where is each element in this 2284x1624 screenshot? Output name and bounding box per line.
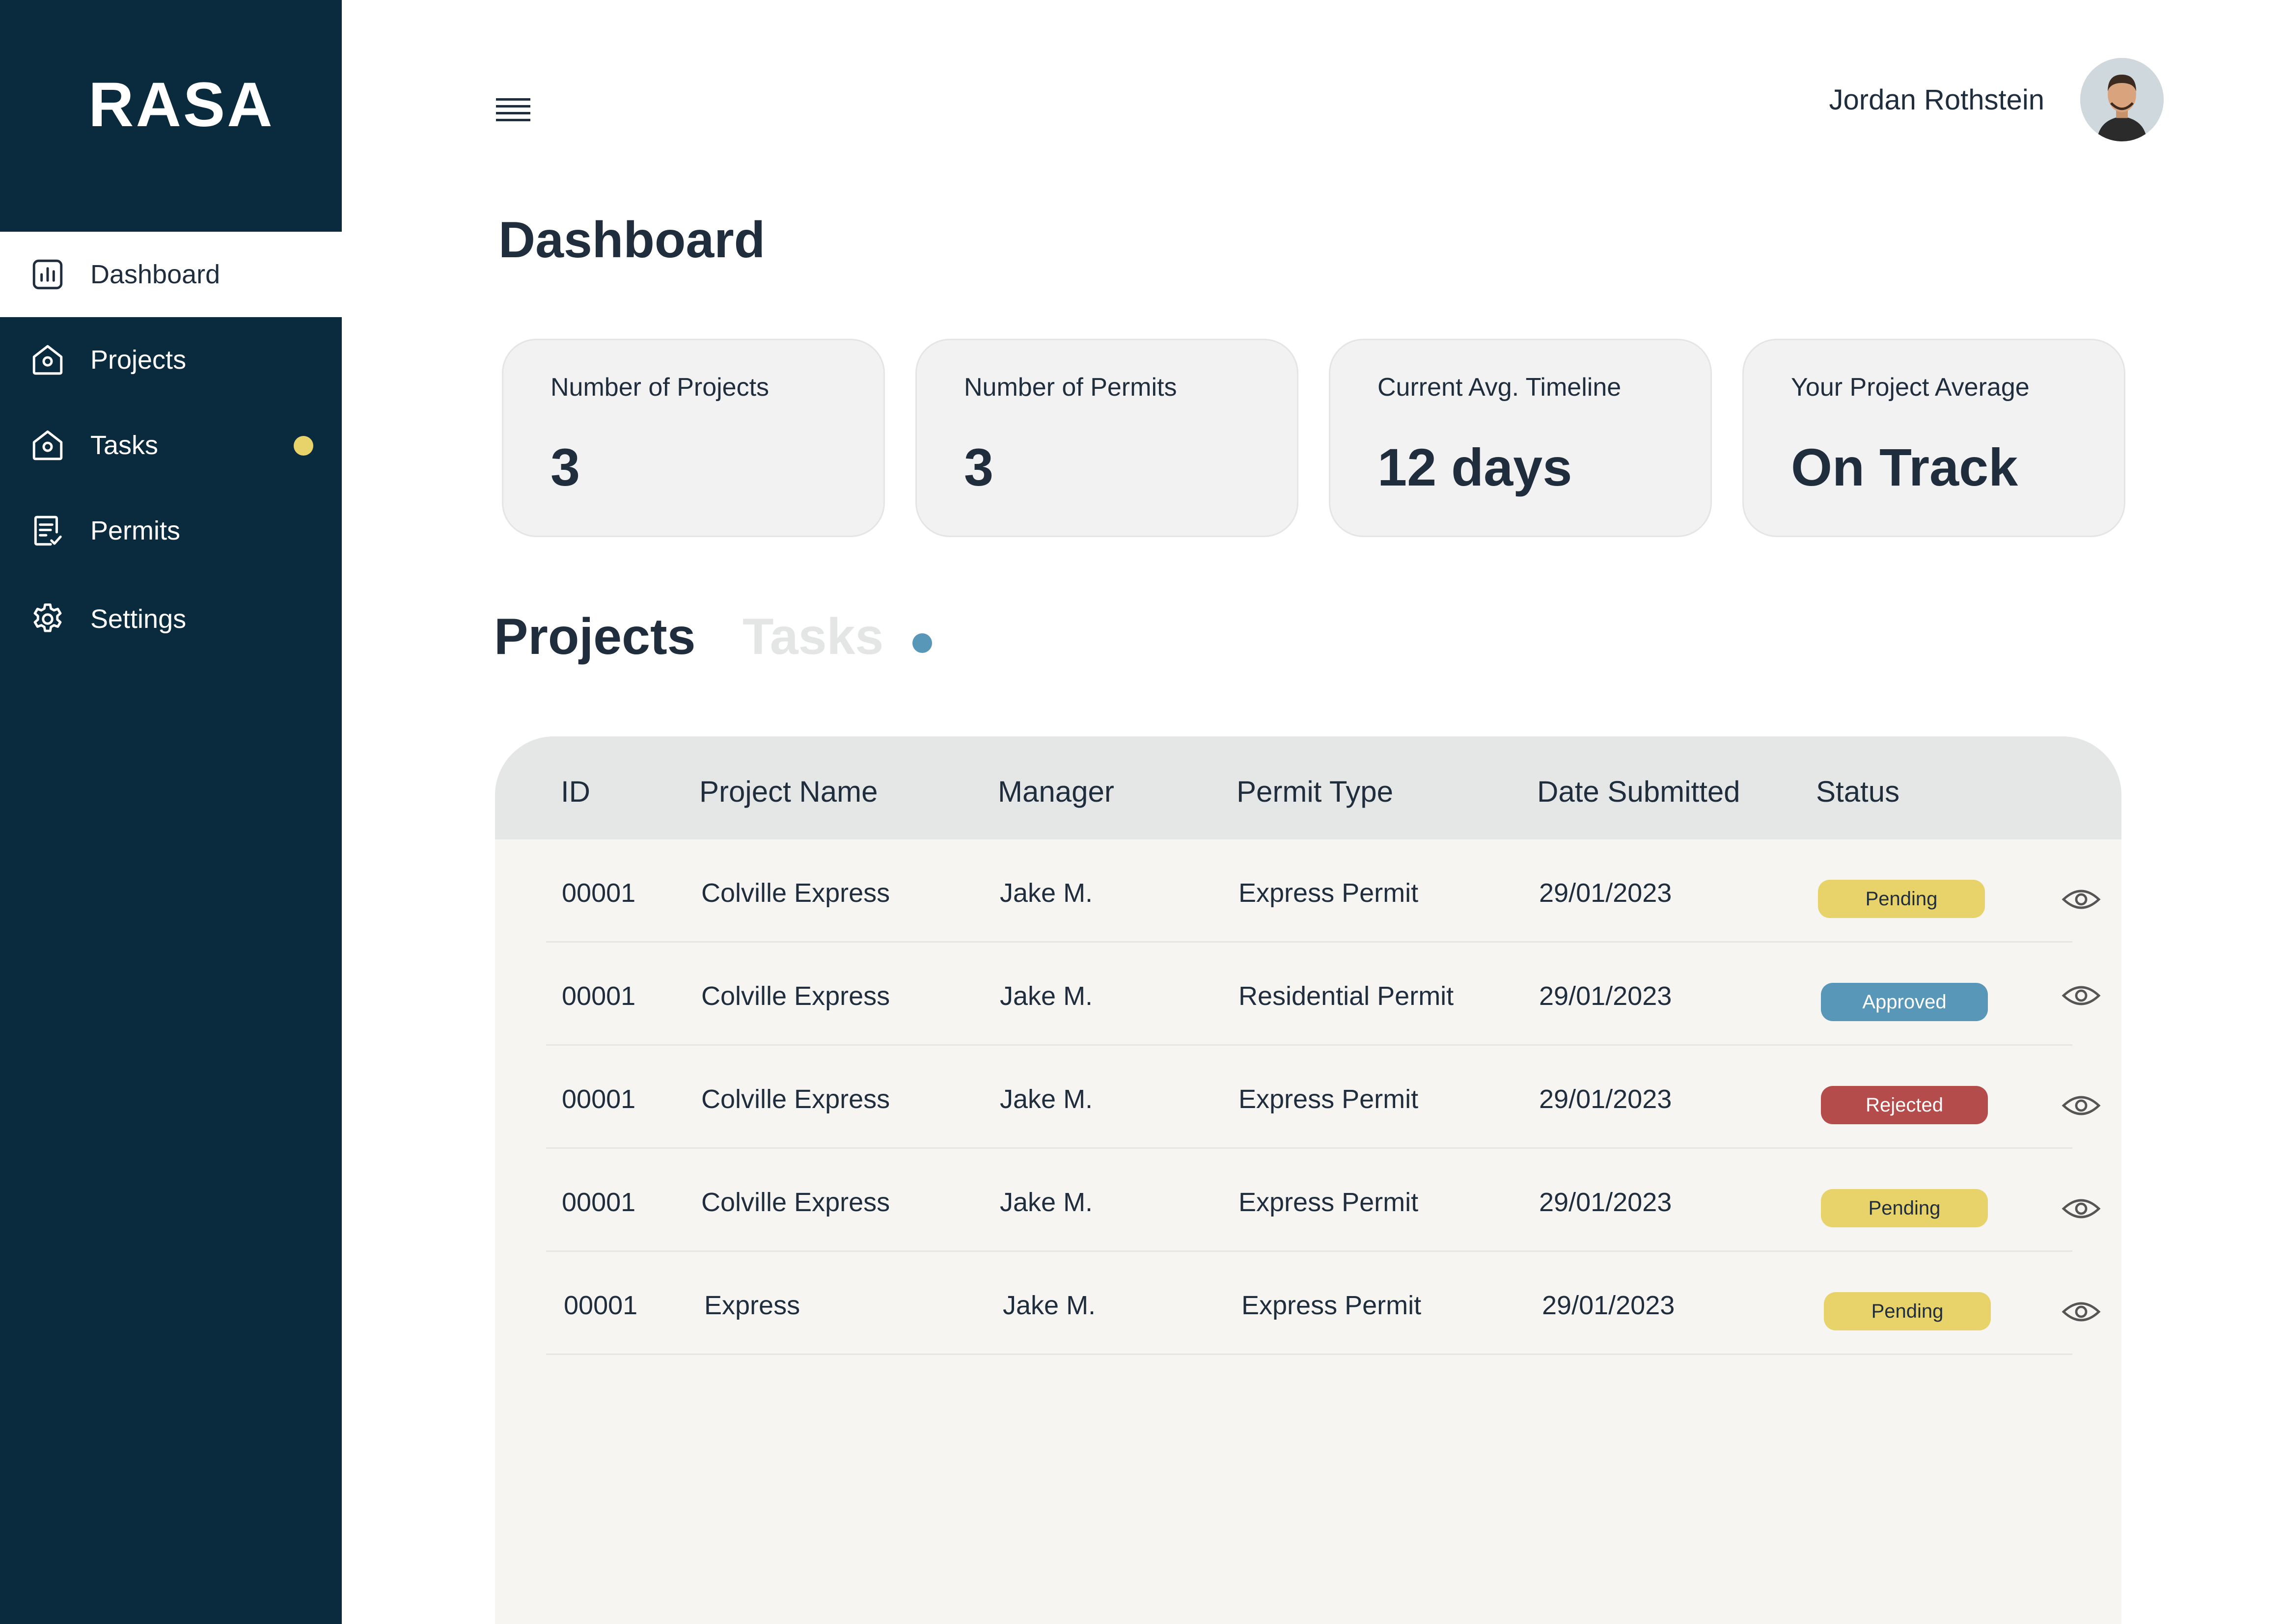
tab-tasks[interactable]: Tasks bbox=[743, 608, 883, 666]
cell-date-submitted: 29/01/2023 bbox=[1539, 1188, 1672, 1217]
cell-project-name: Colville Express bbox=[701, 981, 890, 1011]
user-name[interactable]: Jordan Rothstein bbox=[1829, 83, 2044, 116]
stat-label: Your Project Average bbox=[1791, 373, 2030, 402]
table-row[interactable]: 00001 Colville Express Jake M. Express P… bbox=[495, 1046, 2121, 1149]
sidebar-item-label: Projects bbox=[90, 345, 187, 375]
sidebar-item-label: Permits bbox=[90, 516, 181, 545]
cell-id: 00001 bbox=[562, 878, 636, 908]
stat-label: Number of Permits bbox=[964, 373, 1177, 402]
hamburger-menu-icon[interactable] bbox=[496, 98, 530, 128]
cell-permit-type: Express Permit bbox=[1238, 1084, 1419, 1114]
bar-chart-icon bbox=[29, 256, 66, 293]
stat-card-projects: Number of Projects 3 bbox=[502, 339, 885, 537]
status-badge: Pending bbox=[1818, 880, 1985, 918]
column-header-date-submitted[interactable]: Date Submitted bbox=[1537, 775, 1740, 809]
cell-project-name: Colville Express bbox=[701, 1084, 890, 1114]
cell-manager: Jake M. bbox=[1003, 1291, 1096, 1320]
column-header-project-name[interactable]: Project Name bbox=[699, 775, 878, 809]
table-row[interactable]: 00001 Colville Express Jake M. Express P… bbox=[495, 839, 2121, 943]
row-divider bbox=[546, 1353, 2072, 1355]
stat-card-timeline: Current Avg. Timeline 12 days bbox=[1329, 339, 1712, 537]
cell-manager: Jake M. bbox=[1000, 1084, 1093, 1114]
column-header-status[interactable]: Status bbox=[1816, 775, 1899, 809]
tab-projects[interactable]: Projects bbox=[494, 608, 695, 666]
notification-dot bbox=[294, 436, 313, 456]
cell-permit-type: Residential Permit bbox=[1238, 981, 1454, 1011]
status-badge: Pending bbox=[1821, 1189, 1988, 1227]
stat-value: On Track bbox=[1791, 437, 2018, 497]
eye-icon[interactable] bbox=[2062, 1196, 2101, 1221]
cell-manager: Jake M. bbox=[1000, 1188, 1093, 1217]
eye-icon[interactable] bbox=[2062, 1093, 2101, 1118]
stat-value: 12 days bbox=[1377, 437, 1572, 497]
cell-manager: Jake M. bbox=[1000, 878, 1093, 908]
cell-date-submitted: 29/01/2023 bbox=[1542, 1291, 1675, 1320]
table-header: ID Project Name Manager Permit Type Date… bbox=[495, 736, 2121, 839]
cell-id: 00001 bbox=[562, 1188, 636, 1217]
stat-label: Current Avg. Timeline bbox=[1377, 373, 1622, 402]
column-header-manager[interactable]: Manager bbox=[998, 775, 1114, 809]
cell-manager: Jake M. bbox=[1000, 981, 1093, 1011]
house-icon bbox=[29, 342, 66, 378]
table-row[interactable]: 00001 Colville Express Jake M. Residenti… bbox=[495, 943, 2121, 1046]
cell-date-submitted: 29/01/2023 bbox=[1539, 878, 1672, 908]
cell-permit-type: Express Permit bbox=[1238, 1188, 1419, 1217]
sidebar: RASA Dashboard Projects Tasks Permits Se… bbox=[0, 0, 342, 1624]
cell-permit-type: Express Permit bbox=[1241, 1291, 1422, 1320]
user-avatar[interactable] bbox=[2080, 58, 2164, 141]
document-check-icon bbox=[29, 513, 66, 549]
sidebar-item-settings[interactable]: Settings bbox=[0, 576, 342, 662]
eye-icon[interactable] bbox=[2062, 887, 2101, 912]
stat-card-project-average: Your Project Average On Track bbox=[1742, 339, 2125, 537]
stat-value: 3 bbox=[550, 437, 580, 497]
house-icon bbox=[29, 427, 66, 463]
column-header-id[interactable]: ID bbox=[561, 775, 590, 809]
eye-icon[interactable] bbox=[2062, 983, 2101, 1008]
notification-dot bbox=[912, 633, 932, 653]
status-badge: Pending bbox=[1824, 1292, 1991, 1330]
sidebar-item-label: Settings bbox=[90, 604, 187, 634]
cell-date-submitted: 29/01/2023 bbox=[1539, 981, 1672, 1011]
projects-table: ID Project Name Manager Permit Type Date… bbox=[495, 736, 2121, 1624]
sidebar-item-projects[interactable]: Projects bbox=[0, 317, 342, 403]
stat-label: Number of Projects bbox=[550, 373, 770, 402]
status-badge: Approved bbox=[1821, 983, 1988, 1021]
page-title: Dashboard bbox=[498, 212, 766, 269]
cell-permit-type: Express Permit bbox=[1238, 878, 1419, 908]
cell-date-submitted: 29/01/2023 bbox=[1539, 1084, 1672, 1114]
cell-project-name: Express bbox=[704, 1291, 800, 1320]
sidebar-item-permits[interactable]: Permits bbox=[0, 488, 342, 573]
sidebar-item-label: Tasks bbox=[90, 431, 159, 460]
sidebar-item-dashboard[interactable]: Dashboard bbox=[0, 232, 342, 317]
table-row[interactable]: 00001 Colville Express Jake M. Express P… bbox=[495, 1149, 2121, 1252]
gear-icon bbox=[29, 601, 66, 637]
cell-project-name: Colville Express bbox=[701, 878, 890, 908]
eye-icon[interactable] bbox=[2062, 1299, 2101, 1325]
status-badge: Rejected bbox=[1821, 1086, 1988, 1124]
table-row[interactable]: 00001 Express Jake M. Express Permit 29/… bbox=[495, 1252, 2121, 1355]
cell-project-name: Colville Express bbox=[701, 1188, 890, 1217]
cell-id: 00001 bbox=[562, 1084, 636, 1114]
stat-value: 3 bbox=[964, 437, 994, 497]
column-header-permit-type[interactable]: Permit Type bbox=[1237, 775, 1393, 809]
cell-id: 00001 bbox=[564, 1291, 638, 1320]
sidebar-item-label: Dashboard bbox=[90, 260, 220, 289]
app-logo[interactable]: RASA bbox=[88, 74, 275, 136]
stat-card-permits: Number of Permits 3 bbox=[915, 339, 1298, 537]
cell-id: 00001 bbox=[562, 981, 636, 1011]
sidebar-item-tasks[interactable]: Tasks bbox=[0, 403, 342, 488]
